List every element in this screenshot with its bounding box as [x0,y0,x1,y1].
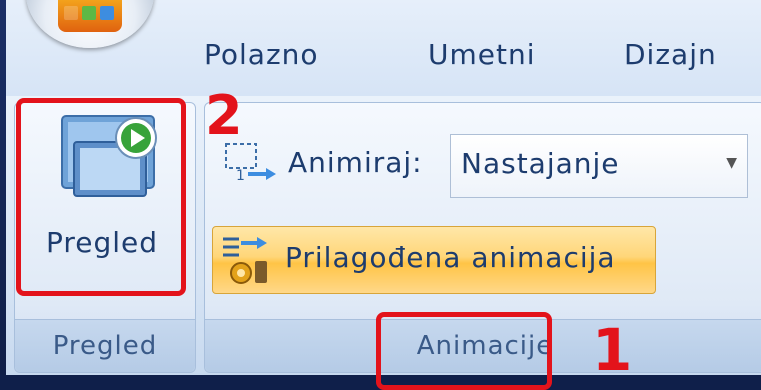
annotation-marker-1: 1 [592,316,633,384]
animate-label: Animiraj: [288,146,423,179]
office-logo-icon [58,0,122,32]
chevron-down-icon: ▼ [726,155,737,171]
animate-dropdown-value: Nastajanje [461,147,620,180]
slideshow-preview-icon [61,115,157,197]
custom-animation-label: Prilagođena animacija [285,241,616,274]
animations-group-label: Animacije [205,319,761,372]
preview-group-label: Pregled [15,319,195,372]
tab-umetni[interactable]: Umetni [428,38,536,71]
preview-button-label: Pregled [45,226,159,259]
custom-animation-icon [223,237,267,284]
custom-animation-button[interactable]: Prilagođena animacija [212,226,656,294]
annotation-marker-2: 2 [205,84,243,147]
tab-polazno[interactable]: Polazno [204,38,319,71]
svg-text:1: 1 [236,168,245,184]
tab-dizajn[interactable]: Dizajn [624,38,717,71]
preview-button[interactable]: Pregled [20,98,184,294]
animate-dropdown[interactable]: Nastajanje ▼ [450,134,748,198]
